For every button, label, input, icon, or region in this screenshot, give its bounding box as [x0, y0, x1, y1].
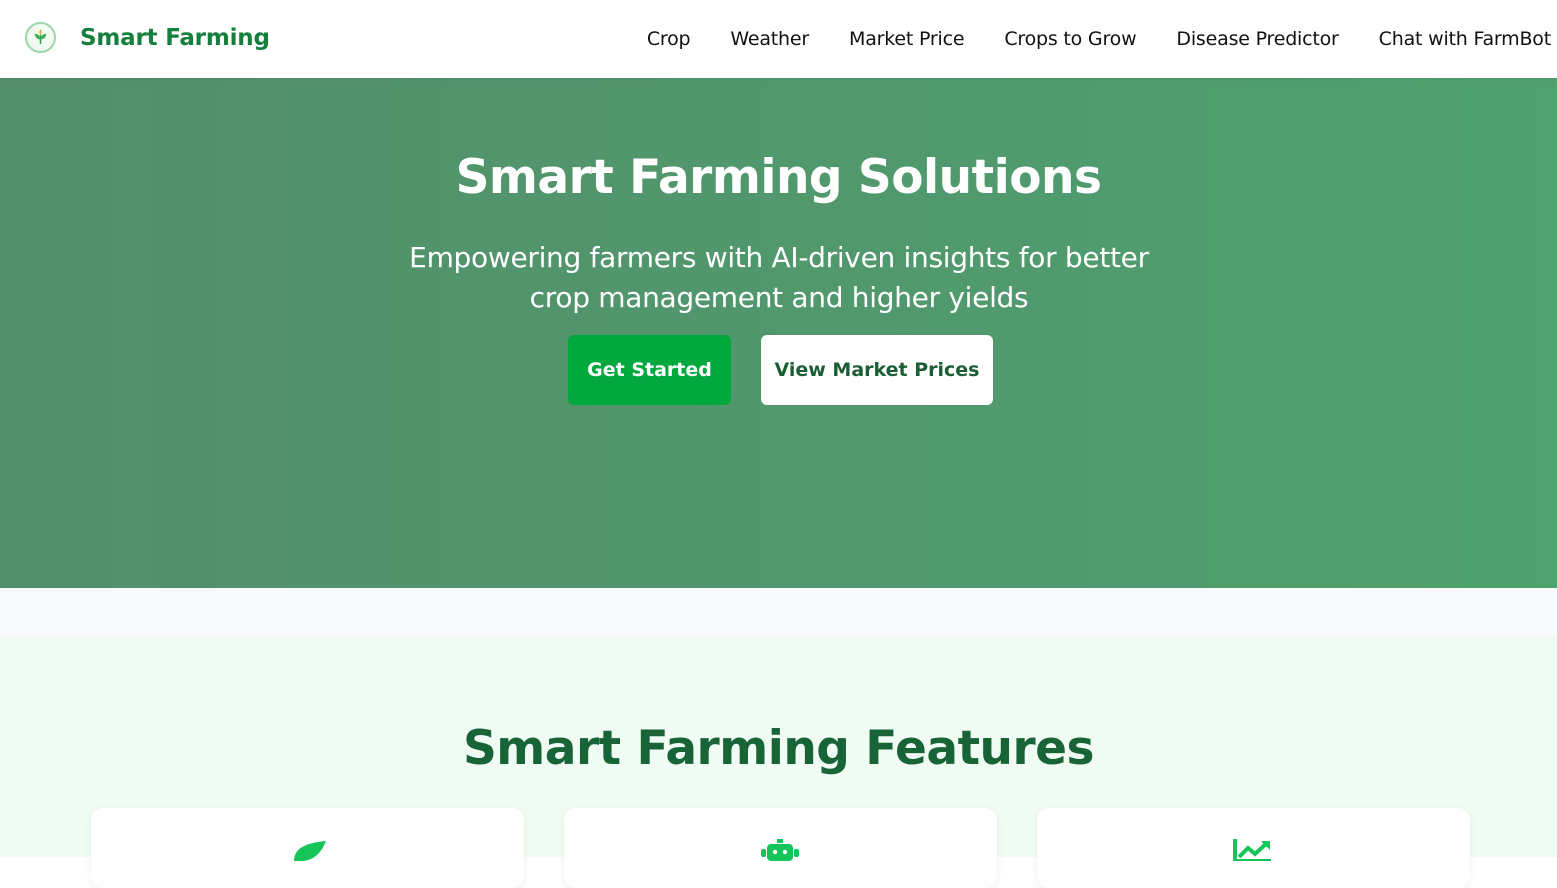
nav-link-disease-predictor[interactable]: Disease Predictor — [1176, 28, 1338, 50]
nav-link-market-price[interactable]: Market Price — [849, 28, 965, 50]
view-market-prices-button[interactable]: View Market Prices — [761, 335, 993, 405]
feature-card[interactable] — [1037, 808, 1470, 888]
get-started-button[interactable]: Get Started — [568, 335, 731, 405]
robot-icon — [761, 839, 799, 865]
features-title: Smart Farming Features — [462, 721, 1095, 776]
nav-link-crops-to-grow[interactable]: Crops to Grow — [1004, 28, 1136, 50]
features-section: Smart Farming Features — [0, 637, 1557, 888]
sprout-leaf-icon — [25, 22, 56, 53]
nav-links: Crop Weather Market Price Crops to Grow … — [607, 0, 1551, 78]
leaf-icon — [292, 839, 328, 865]
hero-title: Smart Farming Solutions — [455, 150, 1102, 205]
chart-trend-icon — [1233, 839, 1273, 865]
nav-link-crop[interactable]: Crop — [647, 28, 691, 50]
brand-name: Smart Farming — [80, 25, 270, 51]
feature-card[interactable] — [91, 808, 524, 888]
brand[interactable]: Smart Farming — [25, 22, 270, 53]
navbar: Smart Farming Crop Weather Market Price … — [0, 0, 1557, 78]
section-divider — [0, 588, 1557, 637]
feature-card[interactable] — [564, 808, 997, 888]
hero-section: Smart Farming Solutions Empowering farme… — [0, 78, 1557, 588]
nav-link-weather[interactable]: Weather — [730, 28, 809, 50]
hero-subtitle: Empowering farmers with AI-driven insigh… — [409, 241, 1149, 314]
nav-link-chat-with-farmbot[interactable]: Chat with FarmBot — [1379, 28, 1552, 50]
